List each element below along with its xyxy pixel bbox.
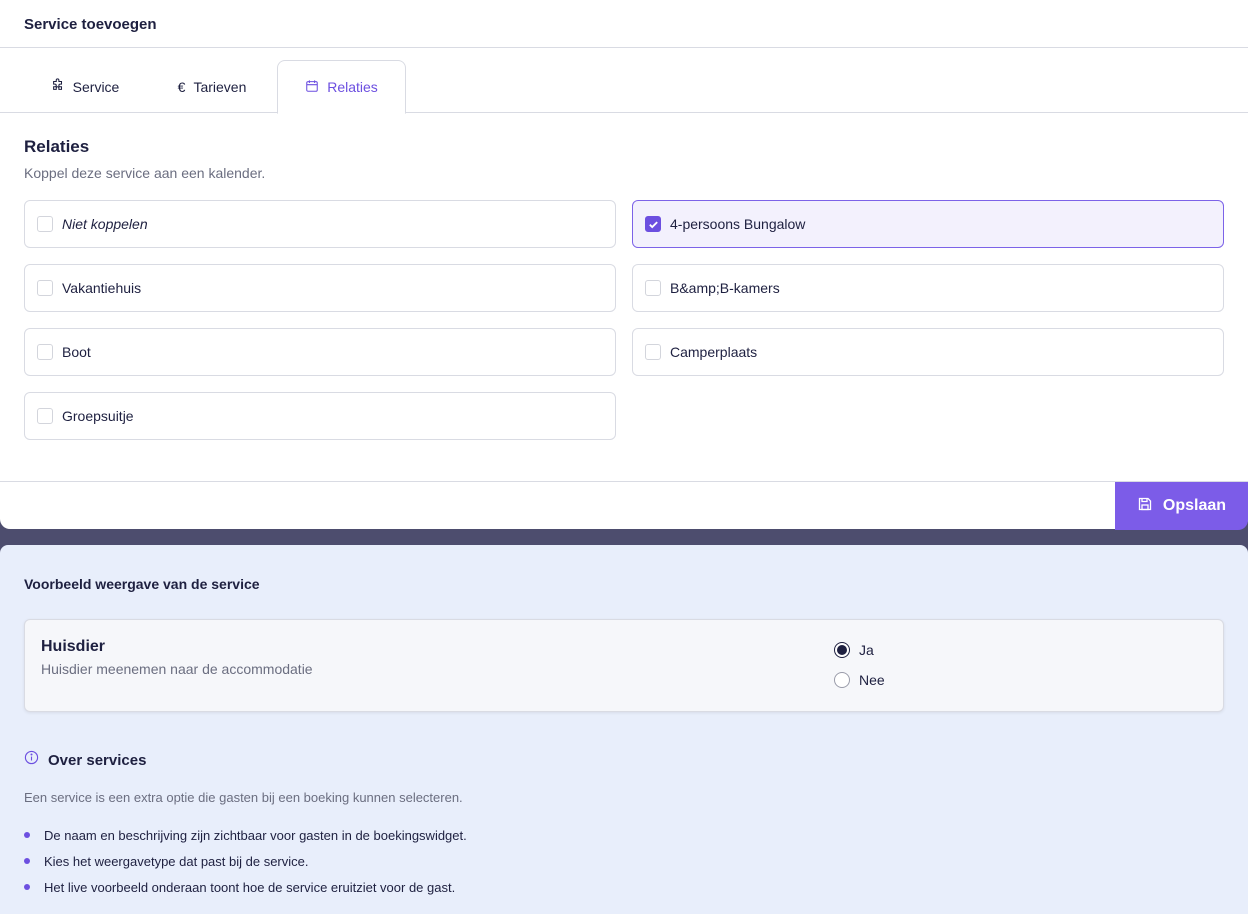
option-niet-koppelen[interactable]: Niet koppelen <box>24 200 616 248</box>
save-icon <box>1137 496 1153 517</box>
preview-title: Voorbeeld weergave van de service <box>24 576 260 592</box>
relaties-section: Relaties Koppel deze service aan een kal… <box>0 113 1248 450</box>
radio-ja[interactable]: Ja <box>834 642 874 658</box>
tab-tarieven[interactable]: € Tarieven <box>150 60 274 113</box>
modal-title: Service toevoegen <box>0 0 1248 48</box>
list-item: Het live voorbeeld onderaan toont hoe de… <box>24 874 1224 900</box>
option-bb-kamers[interactable]: B&amp;B-kamers <box>632 264 1224 312</box>
bullet-dot <box>24 832 30 838</box>
radio-nee[interactable]: Nee <box>834 672 885 688</box>
info-heading: Over services <box>24 750 1224 770</box>
calendar-icon <box>305 79 319 96</box>
section-subtitle: Koppel deze service aan een kalender. <box>24 165 266 181</box>
info-bullets: De naam en beschrijving zijn zichtbaar v… <box>24 822 1224 900</box>
checkbox-checked[interactable] <box>645 216 661 232</box>
checkbox[interactable] <box>37 280 53 296</box>
add-service-modal: Service toevoegen Service € Tarieven Rel… <box>0 0 1248 530</box>
option-boot[interactable]: Boot <box>24 328 616 376</box>
info-title: Over services <box>48 751 147 769</box>
section-title: Relaties <box>24 137 90 156</box>
option-groepsuitje[interactable]: Groepsuitje <box>24 392 616 440</box>
checkbox[interactable] <box>645 344 661 360</box>
info-icon <box>24 750 39 770</box>
option-camperplaats[interactable]: Camperplaats <box>632 328 1224 376</box>
option-4-persoons-bungalow[interactable]: 4-persoons Bungalow <box>632 200 1224 248</box>
list-item: Kies het weergavetype dat past bij de se… <box>24 848 1224 874</box>
tab-tarieven-label: Tarieven <box>193 78 247 95</box>
checkbox[interactable] <box>645 280 661 296</box>
puzzle-icon <box>51 78 65 95</box>
euro-icon: € <box>177 78 186 95</box>
preview-panel: Voorbeeld weergave van de service Huisdi… <box>0 545 1248 914</box>
list-item: De naam en beschrijving zijn zichtbaar v… <box>24 822 1224 848</box>
save-label: Opslaan <box>1162 497 1227 514</box>
calendar-options: Niet koppelen 4-persoons Bungalow Vakant… <box>24 200 1224 450</box>
tab-bar: Service € Tarieven Relaties <box>0 48 1248 114</box>
service-preview-card: Huisdier Huisdier meenemen naar de accom… <box>24 619 1224 712</box>
check-icon <box>648 220 658 228</box>
radio-unselected[interactable] <box>834 672 850 688</box>
tab-service-label: Service <box>72 78 120 95</box>
checkbox[interactable] <box>37 408 53 424</box>
radio-selected[interactable] <box>834 642 850 658</box>
bullet-dot <box>24 858 30 864</box>
tab-relaties[interactable]: Relaties <box>277 60 406 114</box>
checkbox[interactable] <box>37 216 53 232</box>
tab-relaties-label: Relaties <box>327 79 378 95</box>
bullet-dot <box>24 884 30 890</box>
save-button[interactable]: Opslaan <box>1115 482 1248 530</box>
info-text: Een service is een extra optie die gaste… <box>24 790 463 805</box>
option-vakantiehuis[interactable]: Vakantiehuis <box>24 264 616 312</box>
checkbox[interactable] <box>37 344 53 360</box>
tab-service[interactable]: Service <box>30 60 140 113</box>
service-description: Huisdier meenemen naar de accommodatie <box>41 661 313 677</box>
modal-footer: Opslaan <box>0 481 1248 530</box>
service-name: Huisdier <box>41 638 106 655</box>
